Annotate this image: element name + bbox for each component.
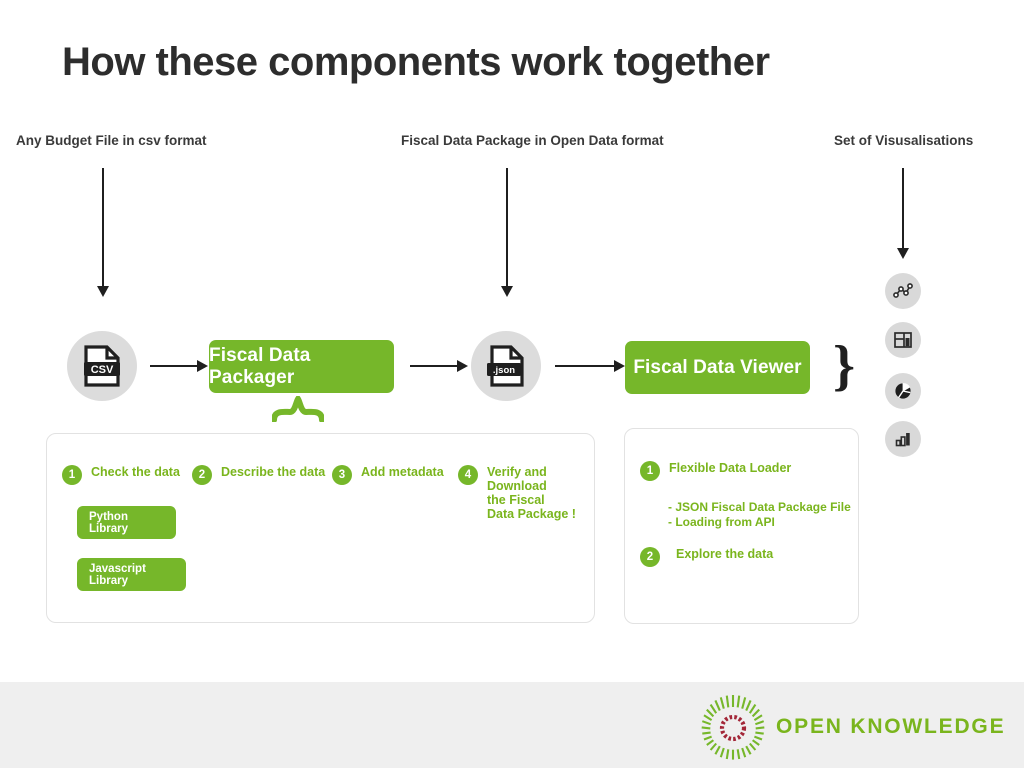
open-knowledge-wordmark: OPEN KNOWLEDGE bbox=[776, 715, 1006, 738]
caption-csv-input: Any Budget File in csv format bbox=[16, 133, 207, 148]
green-brace-up-icon bbox=[271, 393, 325, 423]
python-library-button[interactable]: Python Library bbox=[77, 506, 176, 539]
step-number-badge: 1 bbox=[640, 461, 660, 481]
bar-chart-icon bbox=[885, 421, 921, 457]
down-arrow-icon-csv bbox=[96, 168, 110, 298]
step-number-badge: 3 bbox=[332, 465, 352, 485]
slide-canvas: How these components work together Any B… bbox=[0, 0, 1024, 768]
pie-chart-icon bbox=[885, 373, 921, 409]
javascript-library-label: Javascript Library bbox=[89, 562, 146, 587]
step-label: Check the data bbox=[91, 465, 180, 479]
fiscal-data-packager-label: Fiscal Data Packager bbox=[209, 344, 311, 388]
packager-step-2: 2 Describe the data bbox=[192, 465, 325, 485]
python-library-label: Python Library bbox=[89, 510, 128, 535]
step-label: Explore the data bbox=[676, 547, 774, 561]
right-brace-icon: } bbox=[833, 335, 856, 397]
treemap-icon bbox=[885, 322, 921, 358]
step-label: Verify and Download the Fiscal Data Pack… bbox=[487, 465, 576, 521]
line-chart-icon bbox=[885, 273, 921, 309]
step-number-badge: 2 bbox=[640, 547, 660, 567]
down-arrow-icon-json bbox=[500, 168, 514, 298]
step-number-badge: 4 bbox=[458, 465, 478, 485]
packager-step-4: 4 Verify and Download the Fiscal Data Pa… bbox=[458, 465, 576, 521]
open-knowledge-logo: OPEN KNOWLEDGE bbox=[700, 694, 1005, 760]
viewer-step-1: 1 Flexible Data Loader bbox=[640, 461, 791, 481]
caption-fdp: Fiscal Data Package in Open Data format bbox=[401, 133, 664, 148]
step-number-badge: 2 bbox=[192, 465, 212, 485]
viewer-step-2: 2 Explore the data bbox=[640, 547, 773, 567]
packager-step-1: 1 Check the data bbox=[62, 465, 180, 485]
packager-step-3: 3 Add metadata bbox=[332, 465, 444, 485]
javascript-library-button[interactable]: Javascript Library bbox=[77, 558, 186, 591]
fiscal-data-viewer-box[interactable]: Fiscal Data Viewer bbox=[625, 341, 810, 394]
down-arrow-icon-visualisations bbox=[896, 168, 910, 260]
step-number-badge: 1 bbox=[62, 465, 82, 485]
fiscal-data-packager-box[interactable]: Fiscal Data Packager bbox=[209, 340, 394, 393]
arrow-csv-to-packager bbox=[150, 360, 208, 372]
arrow-json-to-viewer bbox=[555, 360, 625, 372]
viewer-loader-sub-items: - JSON Fiscal Data Package File - Loadin… bbox=[668, 500, 851, 529]
json-icon-label: .json bbox=[493, 365, 515, 376]
step-label: Describe the data bbox=[221, 465, 326, 479]
step-label: Add metadata bbox=[361, 465, 444, 479]
fiscal-data-viewer-label: Fiscal Data Viewer bbox=[633, 356, 802, 378]
csv-file-icon: CSV bbox=[67, 331, 137, 401]
page-title: How these components work together bbox=[62, 40, 770, 84]
arrow-packager-to-json bbox=[410, 360, 468, 372]
step-label: Flexible Data Loader bbox=[669, 461, 792, 475]
csv-icon-label: CSV bbox=[91, 364, 114, 376]
caption-visualisations: Set of Visusalisations bbox=[834, 133, 974, 148]
json-file-icon: .json bbox=[471, 331, 541, 401]
open-knowledge-sunburst-icon bbox=[701, 695, 765, 760]
